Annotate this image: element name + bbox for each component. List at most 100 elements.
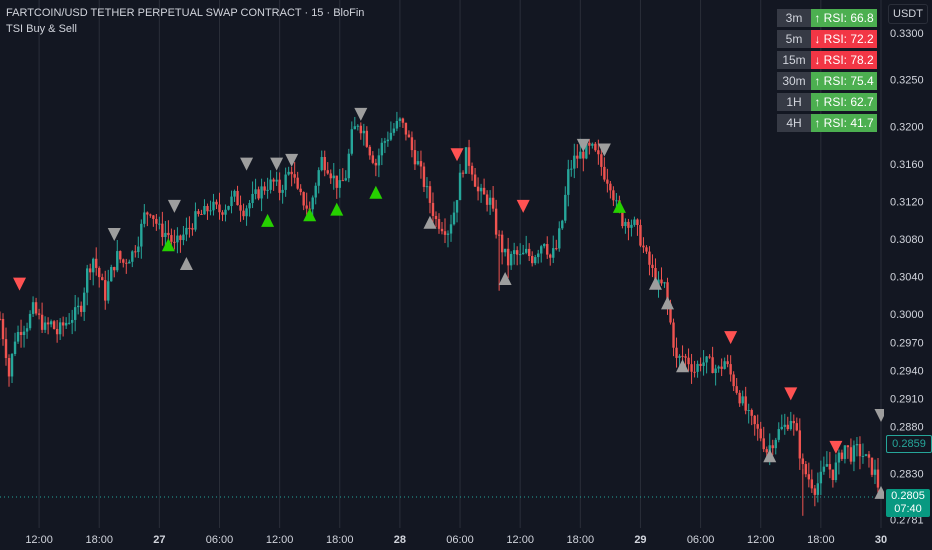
indicator-name[interactable]: TSI Buy & Sell <box>6 21 364 37</box>
x-tick-label: 27 <box>153 534 165 546</box>
candle-body <box>684 356 687 358</box>
candle-body <box>374 162 378 166</box>
candle-body <box>491 197 495 209</box>
candle-body <box>104 280 107 301</box>
neutral-signal-triangle <box>285 153 299 167</box>
sell-signal-triangle <box>450 148 464 162</box>
candle-body <box>867 454 871 458</box>
candle-body <box>855 444 859 446</box>
candle-body <box>720 366 723 369</box>
candle-body <box>191 228 194 230</box>
candle-body <box>792 420 795 424</box>
candle-body <box>534 257 537 264</box>
candle-body <box>687 357 690 365</box>
y-tick-label: 0.3120 <box>890 197 924 209</box>
candle-body <box>140 223 143 247</box>
candle-body <box>549 254 552 258</box>
candle-body <box>570 168 573 170</box>
candle-body <box>482 187 486 195</box>
candle-body <box>795 423 799 431</box>
candle-body <box>34 302 38 314</box>
candle-body <box>834 462 838 480</box>
candle-body <box>521 252 525 255</box>
candle-body <box>125 262 128 264</box>
candle-body <box>762 438 765 450</box>
candle-body <box>506 248 510 266</box>
candle-body <box>873 469 877 475</box>
candle-body <box>588 142 591 146</box>
candle-body <box>281 189 284 193</box>
sell-signal-triangle <box>724 331 738 345</box>
candle-body <box>624 221 627 227</box>
rsi-value: ↑ RSI: 66.8 <box>811 9 877 27</box>
candle-body <box>392 128 396 133</box>
candle-body <box>434 215 438 220</box>
candle-body <box>567 169 570 195</box>
candle-body <box>708 356 711 358</box>
candle-body <box>663 282 666 284</box>
candle-body <box>239 205 242 211</box>
candle-body <box>630 224 633 228</box>
candle-body <box>774 439 777 449</box>
candle-body <box>714 368 717 374</box>
neutral-signal-triangle <box>661 296 675 310</box>
rsi-timeframe: 5m <box>777 30 811 48</box>
sell-signal-triangle <box>784 387 798 401</box>
candle-body <box>729 364 732 375</box>
signal-layer <box>0 107 888 499</box>
x-tick-label: 29 <box>634 534 646 546</box>
candle-body <box>4 339 8 359</box>
candle-body <box>497 234 501 236</box>
candle-body <box>22 331 26 335</box>
candle-body <box>573 155 576 169</box>
candle-body <box>203 205 206 215</box>
y-tick-label: 0.3160 <box>890 159 924 171</box>
candle-body <box>218 204 221 213</box>
candle-body <box>224 209 227 215</box>
candle-body <box>831 469 835 480</box>
rsi-value: ↓ RSI: 78.2 <box>811 51 877 69</box>
candle-body <box>735 386 738 393</box>
neutral-signal-triangle <box>107 227 121 241</box>
candle-body <box>807 474 811 480</box>
rsi-row: 3m ↑ RSI: 66.8 <box>777 9 877 27</box>
candle-body <box>0 318 2 320</box>
candle-body <box>46 322 50 325</box>
candle-body <box>320 157 323 171</box>
candle-body <box>843 445 847 459</box>
x-tick-label: 12:00 <box>506 534 534 546</box>
neutral-signal-triangle <box>676 359 690 373</box>
candle-body <box>500 234 504 253</box>
candle-body <box>76 305 80 308</box>
candle-body <box>738 392 741 404</box>
candle-body <box>546 243 549 255</box>
candle-body <box>173 241 176 243</box>
candle-body <box>642 245 645 248</box>
candle-body <box>377 155 381 166</box>
currency-unit-button[interactable]: USDT <box>888 4 928 24</box>
candle-body <box>389 132 393 140</box>
candle-body <box>317 170 320 186</box>
candle-body <box>341 180 344 182</box>
neutral-signal-triangle <box>576 138 590 152</box>
candle-body <box>395 120 399 129</box>
bar-countdown: 07:40 <box>894 503 922 515</box>
candle-body <box>1 319 5 340</box>
rsi-table: 3m ↑ RSI: 66.8 5m ↓ RSI: 72.2 15m ↓ RSI:… <box>777 6 877 135</box>
candle-body <box>753 415 756 425</box>
candle-body <box>200 213 203 215</box>
candle-body <box>876 469 880 488</box>
candle-body <box>311 197 314 210</box>
sell-signal-triangle <box>829 440 843 454</box>
x-tick-label: 12:00 <box>747 534 775 546</box>
candle-body <box>813 488 817 495</box>
candle-body <box>798 430 802 459</box>
buy-signal-triangle <box>261 213 275 227</box>
candle-body <box>512 250 516 254</box>
candle-body <box>107 281 110 301</box>
x-tick-label: 12:00 <box>266 534 294 546</box>
candle-body <box>401 118 405 123</box>
candle-body <box>380 142 384 156</box>
rsi-timeframe: 3m <box>777 9 811 27</box>
candle-body <box>564 194 567 221</box>
